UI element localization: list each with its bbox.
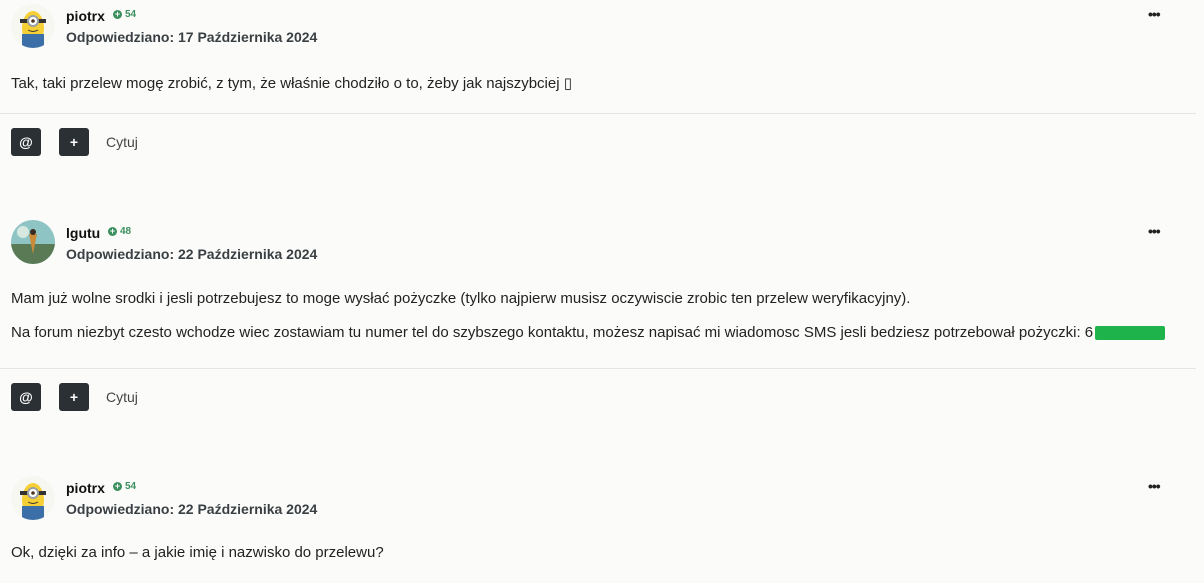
avatar-minion[interactable] (11, 4, 55, 48)
post-menu-icon[interactable]: ••• (1148, 6, 1161, 22)
post-menu-icon[interactable]: ••• (1148, 223, 1161, 239)
reputation-value: 54 (125, 481, 137, 492)
post-content: Ok, dzięki za info – a jakie imię i nazw… (11, 544, 384, 561)
redacted-phone (1095, 326, 1166, 341)
post-paragraph: Ok, dzięki za info – a jakie imię i nazw… (11, 544, 384, 561)
post-paragraph-text: Na forum niezbyt czesto wchodze wiec zos… (11, 324, 1094, 341)
divider (0, 368, 1196, 369)
reputation-badge: + 54 (113, 9, 136, 20)
reputation-badge: + 54 (113, 481, 136, 492)
post-date: Odpowiedziano: 22 Października 2024 (66, 501, 317, 517)
plus-circle-icon: + (113, 481, 122, 491)
answered-label: Odpowiedziano: (66, 501, 175, 517)
reputation-badge: + 48 (108, 226, 131, 237)
divider (0, 113, 1196, 114)
post-3: piotrx + 54 Odpowiedziano: 22 Październi… (0, 452, 1198, 583)
mention-button[interactable]: @ (11, 383, 41, 411)
avatar-landscape[interactable] (11, 220, 55, 264)
reputation-value: 48 (120, 226, 132, 237)
answered-label: Odpowiedziano: (66, 29, 175, 45)
post-date: Odpowiedziano: 22 Października 2024 (66, 246, 317, 262)
post-paragraph: Mam już wolne srodki i jesli potrzebujes… (11, 290, 911, 307)
author-name[interactable]: piotrx (66, 480, 105, 496)
mention-button[interactable]: @ (11, 128, 41, 156)
quote-button[interactable]: Cytuj (106, 134, 138, 150)
post-content: Tak, taki przelew mogę zrobić, z tym, że… (11, 74, 572, 92)
answered-label: Odpowiedziano: (66, 246, 175, 262)
post-1: piotrx + 54 Odpowiedziano: 17 Październi… (0, 0, 1198, 180)
post-date: Odpowiedziano: 17 Października 2024 (66, 29, 317, 45)
plus-circle-icon: + (113, 9, 122, 19)
reputation-value: 54 (125, 9, 137, 20)
post-menu-icon[interactable]: ••• (1148, 478, 1161, 494)
plus-circle-icon: + (108, 226, 117, 236)
post-paragraph: Tak, taki przelew mogę zrobić, z tym, że… (11, 75, 572, 92)
plus-button[interactable]: + (59, 128, 89, 156)
plus-button[interactable]: + (59, 383, 89, 411)
author-name[interactable]: lgutu (66, 225, 100, 241)
quote-button[interactable]: Cytuj (106, 389, 138, 405)
date-value: 17 Października 2024 (178, 29, 318, 45)
author-name[interactable]: piotrx (66, 8, 105, 24)
post-content: Mam już wolne srodki i jesli potrzebujes… (11, 290, 1166, 341)
avatar-minion[interactable] (11, 476, 55, 520)
date-value: 22 Października 2024 (178, 501, 318, 517)
post-paragraph: Na forum niezbyt czesto wchodze wiec zos… (11, 324, 1166, 341)
date-value: 22 Października 2024 (178, 246, 318, 262)
post-2: lgutu + 48 Odpowiedziano: 22 Październik… (0, 196, 1198, 436)
